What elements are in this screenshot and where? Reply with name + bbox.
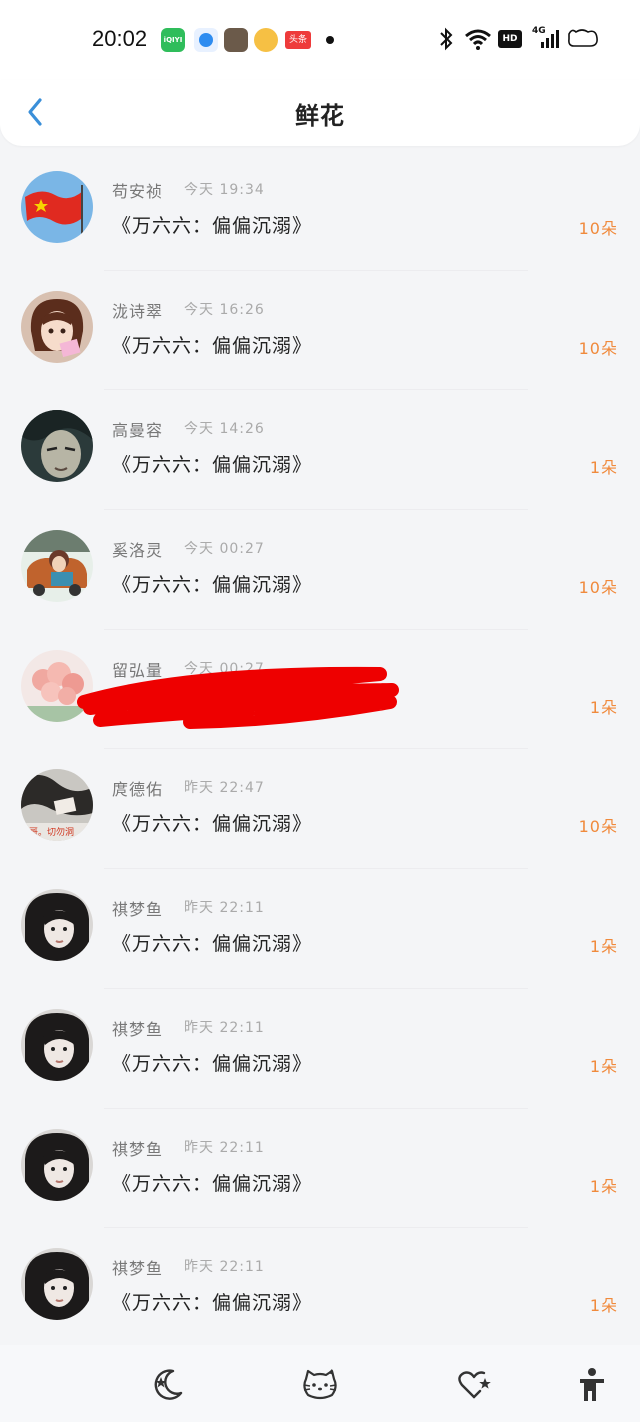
sender-name: 祺梦鱼 <box>112 1259 164 1279</box>
flower-count: 1朵 <box>589 697 618 717</box>
list-item[interactable]: 祺梦鱼 昨天 22:11 《万六六：偏偏沉溺》 1朵 <box>0 1228 640 1348</box>
anime-girl-avatar[interactable] <box>21 290 93 363</box>
girl-photo-avatar[interactable] <box>21 1128 93 1201</box>
cake-notification-icon <box>254 28 278 52</box>
redaction-scribble <box>77 666 399 729</box>
flower-count: 10朵 <box>578 817 618 837</box>
flower-count: 1朵 <box>589 1176 618 1196</box>
bottom-navigation <box>0 1345 640 1422</box>
bluetooth-icon <box>438 26 454 52</box>
moon-star-icon[interactable] <box>147 1365 187 1405</box>
flower-count: 1朵 <box>589 937 618 957</box>
book-title: 《万六六：偏偏沉溺》 <box>112 1052 313 1075</box>
battery-icon <box>566 26 600 52</box>
book-title: 《万六六：偏偏沉溺》 <box>112 215 313 237</box>
girl-photo-avatar[interactable] <box>21 1248 93 1321</box>
page-title: 鲜花 <box>295 102 345 130</box>
gift-time: 昨天 22:11 <box>184 1259 265 1276</box>
gift-time: 今天 00:27 <box>184 541 265 558</box>
iqiyi-notification-icon: iQIYI <box>161 28 185 52</box>
flower-count: 10朵 <box>578 338 618 358</box>
sender-name: 祺梦鱼 <box>112 900 164 920</box>
car-avatar[interactable] <box>21 530 93 603</box>
list-item[interactable]: 祺梦鱼 昨天 22:11 《万六六：偏偏沉溺》 1朵 <box>0 1109 640 1229</box>
list-item[interactable]: 苟安祯 今天 19:34 《万六六：偏偏沉溺》 10朵 <box>0 151 640 271</box>
sender-name: 祺梦鱼 <box>112 1139 164 1159</box>
anime-face-avatar[interactable] <box>21 410 93 483</box>
book-title: 《万六六：偏偏沉溺》 <box>112 933 313 956</box>
book-title: 《万六六：偏偏沉溺》 <box>112 1172 313 1195</box>
gift-time: 昨天 22:11 <box>184 1139 265 1156</box>
gift-time: 今天 19:34 <box>184 182 265 198</box>
gift-time: 昨天 22:11 <box>184 900 265 917</box>
list-item[interactable]: 哥。切勿洞 庹德佑 昨天 22:47 《万六六：偏偏沉溺》 10朵 <box>0 749 640 870</box>
sender-name: 苟安祯 <box>112 182 164 201</box>
book-title: 《万六六：偏偏沉溺》 <box>112 334 313 357</box>
gift-time: 昨天 22:11 <box>184 1019 265 1036</box>
flower-gift-list: 苟安祯 今天 19:34 《万六六：偏偏沉溺》 10朵 泷诗翠 今天 16:26… <box>0 151 640 1348</box>
sender-name: 祺梦鱼 <box>112 1019 164 1039</box>
book-title: 《万六六：偏偏沉溺》 <box>112 574 313 597</box>
flower-count: 10朵 <box>578 219 618 238</box>
girl-photo-avatar[interactable] <box>21 1008 93 1081</box>
more-notifications-dot <box>326 36 334 44</box>
sender-name: 庹德佑 <box>112 780 164 800</box>
wifi-icon <box>464 26 492 52</box>
flower-count: 1朵 <box>589 1296 618 1316</box>
flag-avatar[interactable] <box>21 171 93 243</box>
sender-name: 奚洛灵 <box>112 541 164 561</box>
gift-time: 今天 16:26 <box>184 301 265 318</box>
status-time: 20:02 <box>92 26 148 51</box>
list-item[interactable]: 高曼容 今天 14:26 《万六六：偏偏沉溺》 1朵 <box>0 390 640 511</box>
hello-kitty-icon[interactable] <box>300 1365 340 1405</box>
sender-name: 高曼容 <box>112 421 164 441</box>
sender-name: 泷诗翠 <box>112 301 164 321</box>
signal-icon <box>540 26 560 52</box>
status-bar: 20:02 iQIYI 头条 HD 4G <box>0 0 640 80</box>
gift-time: 昨天 22:47 <box>184 780 265 797</box>
photo-avatar[interactable]: 哥。切勿洞 <box>21 769 93 842</box>
accessibility-icon[interactable] <box>574 1365 614 1405</box>
flower-count: 1朵 <box>589 458 618 478</box>
book-title: 《万六六：偏偏沉溺》 <box>112 1292 313 1315</box>
list-item[interactable]: 祺梦鱼 昨天 22:11 《万六六：偏偏沉溺》 1朵 <box>0 869 640 989</box>
toutiao-notification-icon: 头条 <box>285 31 311 49</box>
game-notification-icon <box>224 28 248 52</box>
book-title: 《万六六：偏偏沉溺》 <box>112 813 313 836</box>
list-item[interactable]: 泷诗翠 今天 16:26 《万六六：偏偏沉溺》 10朵 <box>0 271 640 391</box>
hd-voice-icon: HD <box>498 30 522 48</box>
girl-photo-avatar[interactable] <box>21 889 93 962</box>
gift-time: 今天 14:26 <box>184 421 265 438</box>
page-header: 鲜花 <box>0 80 640 146</box>
book-title: 《万六六：偏偏沉溺》 <box>112 454 313 477</box>
list-item[interactable]: 祺梦鱼 昨天 22:11 《万六六：偏偏沉溺》 1朵 <box>0 989 640 1109</box>
svg-text:哥。切勿洞: 哥。切勿洞 <box>29 826 74 838</box>
list-item[interactable]: 奚洛灵 今天 00:27 《万六六：偏偏沉溺》 10朵 <box>0 510 640 630</box>
flower-count: 10朵 <box>578 578 618 598</box>
heart-star-icon[interactable] <box>454 1365 494 1405</box>
browser-notification-icon <box>194 28 218 52</box>
flower-count: 1朵 <box>589 1056 618 1076</box>
